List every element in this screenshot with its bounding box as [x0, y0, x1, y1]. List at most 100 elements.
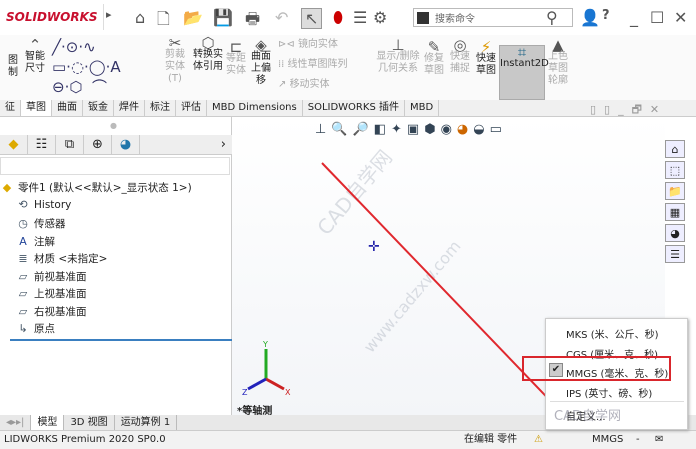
plane-icon: ▱	[18, 287, 28, 300]
home-icon[interactable]: ⌂	[135, 8, 145, 27]
options-gear-icon[interactable]: ⚙	[373, 8, 387, 27]
help-icon[interactable]: ?	[602, 8, 610, 23]
user-icon[interactable]: 👤	[580, 8, 600, 27]
display-manager-tab-icon[interactable]: ◕	[112, 135, 140, 154]
zoom-area-icon[interactable]: 🔍	[331, 122, 347, 137]
unit-system-button[interactable]: MMGS	[592, 431, 623, 448]
tab-mbd-dimensions[interactable]: MBD Dimensions	[207, 100, 303, 116]
display-style-icon[interactable]: ⬢	[424, 122, 435, 137]
view-settings-icon[interactable]: ▭	[490, 122, 502, 137]
tab-features[interactable]: 征	[0, 100, 21, 116]
scene-icon[interactable]: ◒	[473, 122, 484, 137]
unit-dropdown-arrow[interactable]: -	[636, 431, 640, 448]
home-icon[interactable]: ⌂	[665, 140, 685, 158]
property-manager-tab-icon[interactable]: ☷	[28, 135, 56, 154]
tree-item-front-plane[interactable]: ▱ 前视基准面	[16, 269, 87, 284]
expand-menu-icon[interactable]: ▸	[106, 8, 112, 21]
close-icon[interactable]: ✕	[674, 8, 687, 27]
tab-model[interactable]: 模型	[31, 415, 65, 430]
sketch-tools-grid[interactable]: ╱·⊙·∿ ▭·◌·◯·A ⊖·⬡ ⌒	[52, 37, 121, 97]
section-view-icon[interactable]: ◧	[374, 122, 386, 137]
offset-on-surface-button[interactable]: ◈ 曲面上偏移	[250, 38, 272, 87]
watermark: CAD自学网	[312, 145, 397, 240]
history-icon: ⟲	[18, 198, 28, 211]
select-icon[interactable]: ↖	[301, 8, 323, 29]
tree-item-history[interactable]: ⟲ History	[16, 198, 71, 211]
quick-tips-icon[interactable]: ✉	[655, 431, 663, 448]
tree-item-right-plane[interactable]: ▱ 右视基准面	[16, 304, 87, 319]
panel-grip-icon[interactable]: ●	[110, 121, 117, 130]
menu-item-ips[interactable]: IPS (英寸、磅、秒)	[566, 385, 652, 400]
trim-entities-button[interactable]: ✂ 剪裁实体(T)	[162, 36, 188, 85]
sketch-button[interactable]: 图制	[6, 55, 20, 79]
edit-mode-text: 在编辑 零件	[464, 434, 518, 445]
rapid-sketch-button[interactable]: ⚡ 快速草图	[476, 40, 496, 77]
tree-item-material[interactable]: ≣ 材质 <未指定>	[16, 251, 107, 266]
view-palette-icon[interactable]: ▦	[665, 203, 685, 221]
menu-watermark: CAD自学网	[554, 409, 621, 424]
move-entities-button[interactable]: ↗ 移动实体	[278, 79, 330, 91]
design-library-icon[interactable]: ⬚	[665, 161, 685, 179]
tree-item-sensors[interactable]: ◷ 传感器	[16, 216, 65, 231]
feature-manager-tab-icon[interactable]: ◆	[0, 135, 28, 154]
tab-weldments[interactable]: 焊件	[114, 100, 145, 116]
chevron-right-icon[interactable]: ›	[221, 135, 232, 154]
mirror-entities-button[interactable]: ⊳⊲ 镜向实体	[278, 39, 338, 51]
tab-motion-study[interactable]: 运动算例 1	[115, 415, 178, 430]
tab-sheet-metal[interactable]: 钣金	[83, 100, 114, 116]
tab-surfaces[interactable]: 曲面	[52, 100, 83, 116]
menu-item-mks[interactable]: MKS (米、公斤、秒)	[566, 326, 659, 341]
instant2d-button[interactable]: ⌗ Instant2D	[499, 45, 549, 100]
rebuild-icon[interactable]: ⚠	[534, 431, 543, 448]
appearances-icon[interactable]: ◕	[665, 224, 685, 242]
search-icon[interactable]: ⚲	[546, 8, 558, 27]
dimxpert-tab-icon[interactable]: ⊕	[84, 135, 112, 154]
linear-pattern-button[interactable]: ⁞⁞ 线性草图阵列	[278, 59, 348, 71]
smart-dimension-icon: ⌃	[28, 36, 42, 54]
minimize-icon[interactable]: _	[630, 8, 638, 27]
print-icon[interactable]: 🖶	[245, 8, 260, 35]
open-icon[interactable]: 📂	[183, 8, 203, 27]
title-bar: SOLIDWORKS ▸ ⌂ 🗋 📂 💾 🖶 ↶ ↖ ⬮ ☰ ⚙ 搜索命令 ⚲ …	[0, 0, 696, 35]
appearance-icon[interactable]: ◕	[457, 122, 468, 137]
tree-filter-input[interactable]	[0, 157, 230, 175]
dynamic-annotation-icon[interactable]: ✦	[391, 122, 402, 137]
tab-markup[interactable]: 标注	[145, 100, 176, 116]
repair-sketch-button[interactable]: ✎ 修复草图	[424, 40, 444, 77]
command-icon	[417, 11, 429, 24]
traffic-light-icon[interactable]: ⬮	[333, 8, 343, 28]
display-relations-button[interactable]: ⊥ 显示/删除几何关系	[376, 38, 420, 75]
maximize-icon[interactable]: ☐	[650, 8, 664, 27]
shaded-sketch-contours-button[interactable]: ▲ 上色草图轮廓	[548, 38, 568, 87]
save-icon[interactable]: 💾	[213, 8, 233, 27]
quick-snaps-button[interactable]: ◎ 快速捕捉	[450, 38, 470, 75]
view-orientation-icon[interactable]: ▣	[407, 122, 419, 137]
new-file-icon[interactable]: 🗋	[157, 8, 170, 35]
tab-sketch[interactable]: 草图	[21, 100, 52, 116]
custom-properties-icon[interactable]: ☰	[665, 245, 685, 263]
tree-item-origin[interactable]: ↳ 原点	[16, 321, 55, 336]
tab-solidworks-addins[interactable]: SOLIDWORKS 插件	[303, 100, 405, 116]
rollback-bar[interactable]	[10, 339, 232, 341]
hide-show-icon[interactable]: ◉	[441, 122, 452, 137]
offset-entities-button[interactable]: ⊏ 等距实体	[226, 40, 246, 77]
zoom-to-fit-icon[interactable]: ⊥	[315, 122, 326, 137]
undo-icon[interactable]: ↶	[275, 8, 288, 27]
configuration-manager-tab-icon[interactable]: ⧉	[56, 135, 84, 154]
tab-3d-views[interactable]: 3D 视图	[64, 415, 115, 430]
solidworks-logo: SOLIDWORKS	[0, 4, 104, 30]
tab-scroll-arrows-icon[interactable]: ◂▸▸|	[0, 415, 32, 430]
tab-evaluate[interactable]: 评估	[176, 100, 207, 116]
file-properties-icon[interactable]: ☰	[353, 8, 367, 27]
tree-item-top-plane[interactable]: ▱ 上视基准面	[16, 286, 87, 301]
tree-root-part[interactable]: ◆ 零件1 (默认<<默认>_显示状态 1>)	[0, 180, 192, 195]
tab-mbd[interactable]: MBD	[405, 100, 440, 116]
triad-axes: Y X Z	[242, 340, 291, 397]
tree-item-annotations[interactable]: A 注解	[16, 234, 55, 249]
material-icon: ≣	[18, 252, 28, 265]
previous-view-icon[interactable]: 🔎	[353, 122, 369, 137]
convert-entities-button[interactable]: ⬡ 转换实体引用	[192, 36, 224, 73]
file-explorer-icon[interactable]: 📁	[665, 182, 685, 200]
smart-dimension-button[interactable]: ⌃ 智能尺寸	[24, 36, 46, 75]
plane-icon: ▱	[18, 270, 28, 283]
